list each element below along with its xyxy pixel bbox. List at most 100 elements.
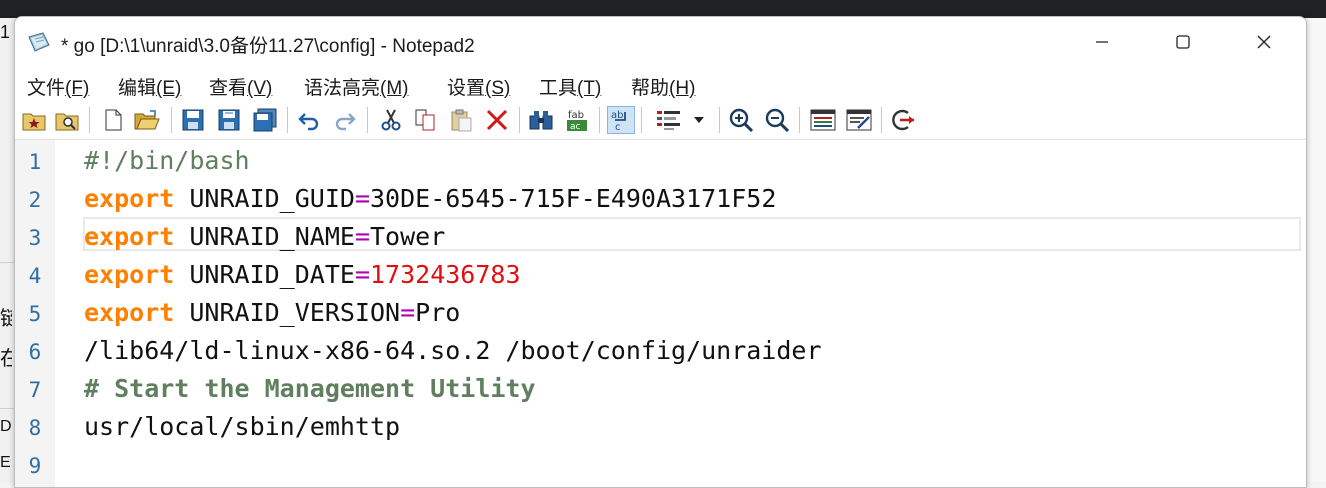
line-number: 7 — [28, 378, 42, 402]
customize-button[interactable] — [845, 106, 873, 134]
code-line[interactable]: usr/local/sbin/emhttp — [84, 408, 400, 446]
save-copy-button[interactable] — [251, 106, 279, 134]
menu-bar: 文件(F) 编辑(E) 查看(V) 语法高亮(M) 设置(S) 工具(T) 帮助… — [15, 67, 1306, 101]
code-token: export — [84, 298, 175, 327]
save-button[interactable] — [179, 106, 207, 134]
code-token: UNRAID_NAME — [174, 222, 355, 251]
toolbar: fab ac ab c — [15, 101, 1306, 140]
menu-tools[interactable]: 工具(T) — [537, 71, 603, 102]
copy-button[interactable] — [411, 106, 439, 134]
code-token: # Start the Management Utility — [84, 374, 536, 403]
menu-edit[interactable]: 编辑(E) — [116, 71, 183, 102]
background-text: 链 — [0, 308, 12, 330]
replace-button[interactable]: fab ac — [563, 106, 591, 134]
code-token: #!/bin/bash — [84, 146, 250, 175]
toolbar-separator — [641, 107, 642, 133]
schemes-icon — [810, 109, 836, 131]
find-button[interactable] — [527, 106, 555, 134]
toolbar-separator — [171, 107, 172, 133]
code-token: = — [354, 260, 370, 289]
redo-button[interactable] — [331, 106, 359, 134]
line-number-gutter: 1 2 3 4 5 6 7 8 9 — [15, 140, 55, 487]
code-token: export — [84, 184, 175, 213]
scheme-dropdown[interactable] — [691, 106, 707, 134]
find-icon — [529, 111, 553, 130]
open-file-button[interactable] — [133, 106, 161, 134]
background-text: E — [0, 454, 11, 471]
customize-icon — [846, 109, 872, 131]
toolbar-separator — [799, 107, 800, 133]
save-icon — [182, 109, 204, 131]
scheme-button[interactable] — [655, 106, 683, 134]
line-number: 6 — [28, 340, 42, 364]
new-file-icon — [105, 109, 122, 131]
word-wrap-toggle[interactable]: ab c — [607, 106, 635, 134]
undo-button[interactable] — [295, 106, 323, 134]
code-token: usr/local/sbin/emhttp — [84, 412, 401, 441]
code-line[interactable]: export UNRAID_NAME=Tower — [84, 218, 445, 256]
background-window — [1306, 18, 1326, 482]
save-copy-icon — [253, 108, 277, 132]
toolbar-separator — [719, 107, 720, 133]
line-number: 9 — [28, 454, 42, 478]
code-line[interactable]: /lib64/ld-linux-x86-64.so.2 /boot/config… — [84, 332, 822, 370]
exit-button[interactable] — [889, 106, 917, 134]
code-line[interactable]: export UNRAID_GUID=30DE-6545-715F-E490A3… — [84, 180, 776, 218]
find-file-button[interactable] — [53, 106, 81, 134]
menu-help[interactable]: 帮助(H) — [629, 71, 697, 102]
code-token: 30DE-6545-715F-E490A3171F52 — [370, 184, 777, 213]
line-number: 4 — [28, 264, 42, 288]
maximize-button[interactable] — [1148, 17, 1218, 67]
code-line[interactable]: export UNRAID_DATE=1732436783 — [84, 256, 521, 294]
background-divider — [0, 262, 14, 263]
maximize-icon — [1176, 35, 1190, 49]
word-wrap-icon: abc — [611, 110, 626, 132]
dropdown-arrow-icon — [694, 117, 704, 123]
code-token: = — [354, 222, 370, 251]
replace-icon: fabac — [567, 110, 587, 132]
code-token: UNRAID_GUID — [174, 184, 355, 213]
code-token: 1732436783 — [370, 260, 521, 289]
minimize-icon — [1096, 41, 1108, 43]
svg-text:fab: fab — [568, 110, 584, 121]
line-number: 3 — [28, 226, 42, 250]
menu-syntax[interactable]: 语法高亮(M) — [302, 71, 411, 102]
notepad2-app-icon[interactable] — [27, 31, 51, 53]
delete-icon — [486, 109, 508, 131]
title-bar[interactable]: * go [D:\1\unraid\3.0备份11.27\config] - N… — [15, 17, 1306, 67]
undo-icon — [298, 113, 319, 131]
background-divider — [0, 408, 14, 409]
close-icon — [1257, 35, 1271, 49]
text-editor[interactable]: 123456789 #!/bin/bash export UNRAID_GUID=… — [15, 140, 1306, 487]
paste-icon — [451, 109, 472, 132]
code-line[interactable]: #!/bin/bash — [84, 142, 250, 180]
code-token: /lib64/ld-linux-x86-64.so.2 /boot/config… — [84, 336, 822, 365]
paste-button[interactable] — [447, 106, 475, 134]
cut-button[interactable] — [377, 106, 405, 134]
toolbar-separator — [881, 107, 882, 133]
line-number: 5 — [28, 302, 42, 326]
menu-view[interactable]: 查看(V) — [207, 71, 274, 102]
menu-file[interactable]: 文件(F) — [25, 71, 91, 102]
code-token: Tower — [370, 222, 446, 251]
close-button[interactable] — [1229, 17, 1299, 67]
menu-settings[interactable]: 设置(S) — [445, 71, 512, 102]
zoom-out-button[interactable] — [763, 106, 791, 134]
code-token: UNRAID_DATE — [174, 260, 355, 289]
find-file-icon — [55, 113, 79, 131]
window-title: * go [D:\1\unraid\3.0备份11.27\config] - N… — [61, 36, 475, 57]
new-file-button[interactable] — [99, 106, 127, 134]
schemes-button[interactable] — [809, 106, 837, 134]
save-as-button[interactable] — [215, 106, 243, 134]
line-number: 8 — [28, 416, 42, 440]
delete-button[interactable] — [483, 106, 511, 134]
background-window — [0, 18, 14, 482]
code-token: export — [84, 260, 175, 289]
zoom-out-icon — [765, 108, 790, 133]
favorites-button[interactable] — [20, 106, 48, 134]
minimize-button[interactable] — [1067, 17, 1137, 67]
code-token: = — [400, 298, 416, 327]
code-line[interactable]: export UNRAID_VERSION=Pro — [84, 294, 460, 332]
code-line[interactable]: # Start the Management Utility — [84, 370, 536, 408]
zoom-in-button[interactable] — [727, 106, 755, 134]
